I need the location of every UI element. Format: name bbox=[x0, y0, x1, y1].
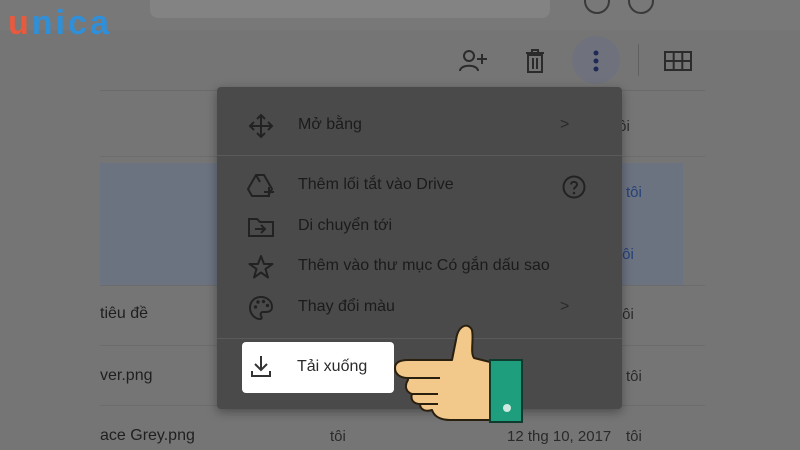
menu-divider bbox=[217, 155, 622, 156]
menu-item-download[interactable]: Tải xuống bbox=[242, 342, 394, 393]
logo-letter: i bbox=[55, 4, 69, 42]
logo-letter: u bbox=[8, 4, 32, 42]
help-icon[interactable] bbox=[562, 175, 586, 204]
row-owner: tôi bbox=[626, 368, 642, 385]
grid-view-icon[interactable] bbox=[661, 44, 695, 78]
trash-icon[interactable] bbox=[518, 44, 552, 78]
menu-item-open-with[interactable]: Mở bằng > bbox=[217, 106, 622, 146]
add-person-icon[interactable] bbox=[457, 44, 491, 78]
menu-item-label: Thêm lối tắt vào Drive bbox=[298, 176, 454, 193]
file-name[interactable]: ace Grey.png bbox=[100, 427, 195, 445]
download-icon bbox=[249, 354, 273, 383]
file-name[interactable]: ver.png bbox=[100, 367, 152, 385]
row-owner: tôi bbox=[330, 428, 346, 445]
logo-letter: n bbox=[31, 4, 56, 42]
logo-letter: c bbox=[68, 4, 90, 42]
more-vert-icon[interactable] bbox=[579, 44, 613, 78]
unica-logo: unica bbox=[8, 4, 112, 43]
logo-letter: a bbox=[89, 4, 112, 42]
menu-item-add-shortcut[interactable]: Thêm lối tắt vào Drive bbox=[217, 166, 622, 206]
drive-shortcut-icon bbox=[247, 173, 275, 199]
palette-icon bbox=[247, 295, 275, 321]
menu-item-label: Tải xuống bbox=[297, 358, 368, 375]
menu-item-label: Mở bằng bbox=[298, 116, 362, 133]
toolbar-divider bbox=[638, 44, 639, 76]
folder-move-icon bbox=[247, 214, 275, 240]
menu-item-move-to[interactable]: Di chuyển tới bbox=[217, 207, 622, 247]
menu-item-label: Thay đổi màu bbox=[298, 298, 395, 315]
menu-item-label: Thêm vào thư mục Có gắn dấu sao bbox=[298, 257, 550, 274]
row-date: 12 thg 10, 2017 bbox=[507, 428, 612, 445]
row-owner: tôi bbox=[626, 184, 642, 201]
move-arrows-icon bbox=[247, 113, 275, 139]
row-owner: tôi bbox=[626, 428, 642, 445]
search-bar[interactable] bbox=[150, 0, 550, 18]
submenu-arrow-icon: > bbox=[560, 298, 570, 315]
submenu-arrow-icon: > bbox=[560, 116, 570, 133]
pointing-hand-icon bbox=[390, 320, 525, 430]
star-icon bbox=[247, 254, 275, 280]
menu-item-add-starred[interactable]: Thêm vào thư mục Có gắn dấu sao bbox=[217, 247, 622, 287]
file-name[interactable]: tiêu đề bbox=[100, 305, 148, 323]
menu-item-label: Di chuyển tới bbox=[298, 217, 393, 234]
